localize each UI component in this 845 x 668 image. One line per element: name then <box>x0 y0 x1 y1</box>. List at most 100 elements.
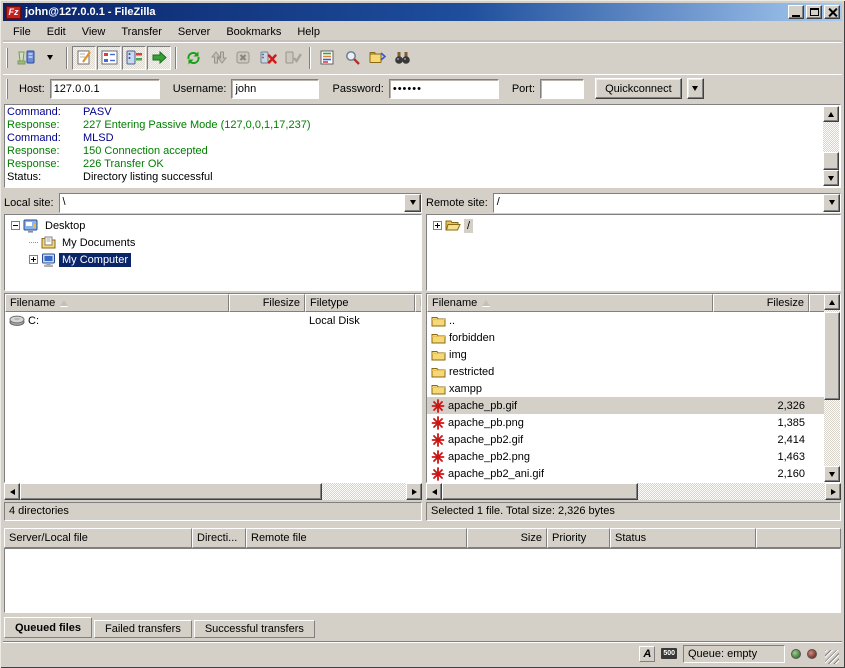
menu-view[interactable]: View <box>74 22 114 42</box>
local-list-hscrollbar[interactable] <box>4 483 422 500</box>
file-row-blank[interactable]: .. <box>427 312 824 329</box>
expand-toggle[interactable] <box>29 255 38 264</box>
file-row-apache-pb2-png[interactable]: apache_pb2.png1,463 <box>427 448 824 465</box>
column-header-size[interactable]: Size <box>467 528 547 548</box>
quickconnect-dropdown-button[interactable] <box>687 78 704 99</box>
status-bar: A 500 Queue: empty <box>3 641 842 665</box>
toggle-message-log-button[interactable] <box>72 46 96 70</box>
menu-transfer[interactable]: Transfer <box>113 22 170 42</box>
scroll-right-button[interactable] <box>825 483 841 500</box>
file-row-forbidden[interactable]: forbidden <box>427 329 824 346</box>
tree-item-my-computer[interactable]: My Computer <box>5 251 421 268</box>
close-button[interactable] <box>824 5 840 19</box>
file-name-cell: img <box>427 349 713 361</box>
tree-item-desktop[interactable]: Desktop <box>5 217 421 234</box>
local-site-combo[interactable]: \ <box>59 193 422 213</box>
column-header-priority[interactable]: Priority <box>547 528 610 548</box>
menu-bookmarks[interactable]: Bookmarks <box>218 22 289 42</box>
column-header-filename[interactable]: Filename <box>427 294 713 312</box>
scroll-left-button[interactable] <box>426 483 442 500</box>
arrow-down-icon <box>829 472 835 480</box>
local-site-dropdown-button[interactable] <box>404 194 421 212</box>
file-row-c[interactable]: C:Local Disk <box>5 312 421 329</box>
log-line-text: 150 Connection accepted <box>83 145 208 158</box>
resize-grip[interactable] <box>825 650 839 664</box>
log-line: Status:Directory listing successful <box>7 171 822 184</box>
scrollbar-track[interactable] <box>824 310 840 466</box>
column-header-remote-file[interactable]: Remote file <box>246 528 467 548</box>
column-header-filesize[interactable]: Filesize <box>229 294 305 312</box>
file-row-apache-pb2-gif[interactable]: apache_pb2.gif2,414 <box>427 431 824 448</box>
file-row-xampp[interactable]: xampp <box>427 380 824 397</box>
quickconnect-button[interactable]: Quickconnect <box>595 78 682 99</box>
site-manager-button[interactable] <box>13 46 37 70</box>
file-row-img[interactable]: img <box>427 346 824 363</box>
expand-toggle[interactable] <box>433 221 442 230</box>
scrollbar-thumb[interactable] <box>442 483 638 500</box>
remote-site-dropdown-button[interactable] <box>823 194 840 212</box>
filter-button[interactable] <box>315 46 339 70</box>
remote-list-scrollbar[interactable] <box>824 294 840 482</box>
port-input[interactable] <box>540 79 584 99</box>
refresh-button[interactable] <box>181 46 205 70</box>
column-header-filename[interactable]: Filename <box>5 294 229 312</box>
file-size-cell: 1,385 <box>713 417 809 429</box>
menu-help[interactable]: Help <box>289 22 328 42</box>
file-search-button[interactable] <box>340 46 364 70</box>
menu-edit[interactable]: Edit <box>39 22 74 42</box>
scroll-right-button[interactable] <box>406 483 422 500</box>
menu-file[interactable]: File <box>5 22 39 42</box>
log-line-label: Response: <box>7 145 83 158</box>
scrollbar-track[interactable] <box>823 122 839 170</box>
username-input[interactable] <box>231 79 319 99</box>
remote-list-hscrollbar[interactable] <box>426 483 841 500</box>
column-header-server-local-file[interactable]: Server/Local file <box>4 528 192 548</box>
log-scrollbar[interactable] <box>823 106 839 186</box>
file-row-apache-pb2-ani-gif[interactable]: apache_pb2_ani.gif2,160 <box>427 465 824 482</box>
scrollbar-thumb[interactable] <box>824 312 840 400</box>
tree-item-my-documents[interactable]: My Documents <box>5 234 421 251</box>
tab-successful-transfers[interactable]: Successful transfers <box>194 620 315 638</box>
scrollbar-thumb[interactable] <box>823 152 839 170</box>
disconnect-button[interactable] <box>256 46 280 70</box>
scroll-down-button[interactable] <box>824 466 840 482</box>
host-input[interactable] <box>50 79 160 99</box>
scrollbar-track[interactable] <box>20 483 406 500</box>
scroll-left-button[interactable] <box>4 483 20 500</box>
scroll-up-button[interactable] <box>823 106 839 122</box>
remote-site-combo[interactable]: / <box>493 193 841 213</box>
scroll-down-button[interactable] <box>823 170 839 186</box>
column-header-filesize[interactable]: Filesize <box>713 294 809 312</box>
tab-failed-transfers[interactable]: Failed transfers <box>94 620 192 638</box>
collapse-toggle[interactable] <box>11 221 20 230</box>
column-header-status[interactable]: Status <box>610 528 756 548</box>
column-header-filetype[interactable]: Filetype <box>305 294 415 312</box>
minimize-icon <box>792 15 800 17</box>
scrollbar-track[interactable] <box>442 483 825 500</box>
tree-item-blank[interactable]: / <box>427 217 840 234</box>
scrollbar-thumb[interactable] <box>20 483 322 500</box>
maximize-button[interactable] <box>806 5 822 19</box>
scroll-up-button[interactable] <box>824 294 840 310</box>
toggle-remote-tree-button[interactable] <box>122 46 146 70</box>
toggle-local-tree-button[interactable] <box>97 46 121 70</box>
arrow-left-icon <box>429 489 437 495</box>
toggle-transfer-queue-button[interactable] <box>147 46 171 70</box>
column-header-directi[interactable]: Directi... <box>192 528 246 548</box>
file-type-cell: Local Disk <box>305 315 415 327</box>
folder-icon <box>431 366 446 378</box>
synchronized-browsing-button[interactable] <box>390 46 414 70</box>
site-manager-dropdown-button[interactable] <box>38 46 62 70</box>
menu-server[interactable]: Server <box>170 22 218 42</box>
queue-tabs: Queued filesFailed transfersSuccessful t… <box>4 616 841 638</box>
expander-glyph <box>437 223 438 228</box>
file-row-restricted[interactable]: restricted <box>427 363 824 380</box>
minimize-button[interactable] <box>788 5 804 19</box>
directory-comparison-button[interactable] <box>365 46 389 70</box>
file-row-apache-pb-png[interactable]: apache_pb.png1,385 <box>427 414 824 431</box>
column-header-l[interactable]: L <box>415 294 421 312</box>
tab-queued-files[interactable]: Queued files <box>4 617 92 638</box>
file-row-apache-pb-gif[interactable]: apache_pb.gif2,326 <box>427 397 824 414</box>
password-input[interactable] <box>389 79 499 99</box>
toggle-local-tree-icon <box>101 50 118 65</box>
